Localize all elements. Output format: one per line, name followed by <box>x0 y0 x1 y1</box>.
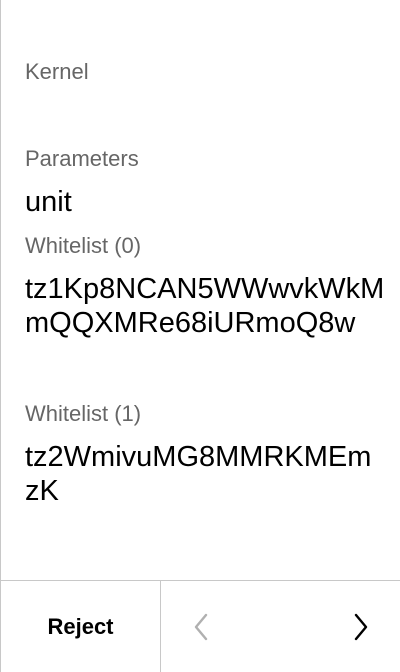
whitelist-1-value: tz2WmivuMG8MMRKMEmzK <box>25 441 372 507</box>
next-page-button[interactable] <box>321 581 400 672</box>
kernel-label: Kernel <box>25 59 89 84</box>
reject-button[interactable]: Reject <box>1 581 161 672</box>
review-screen: Kernel Parameters unit Whitelist (0) tz1… <box>0 0 400 672</box>
parameters-label: Parameters <box>25 146 139 171</box>
action-footer: Reject <box>1 580 400 672</box>
parameters-value: unit <box>25 186 72 218</box>
whitelist-0-value: tz1Kp8NCAN5WWwvkWkMmQQXMRe68iURmoQ8w <box>25 273 385 339</box>
chevron-left-icon <box>194 613 208 640</box>
chevron-right-icon <box>354 613 368 640</box>
previous-page-button[interactable] <box>161 581 241 672</box>
whitelist-1-label: Whitelist (1) <box>25 401 142 426</box>
whitelist-0-label: Whitelist (0) <box>25 233 142 258</box>
